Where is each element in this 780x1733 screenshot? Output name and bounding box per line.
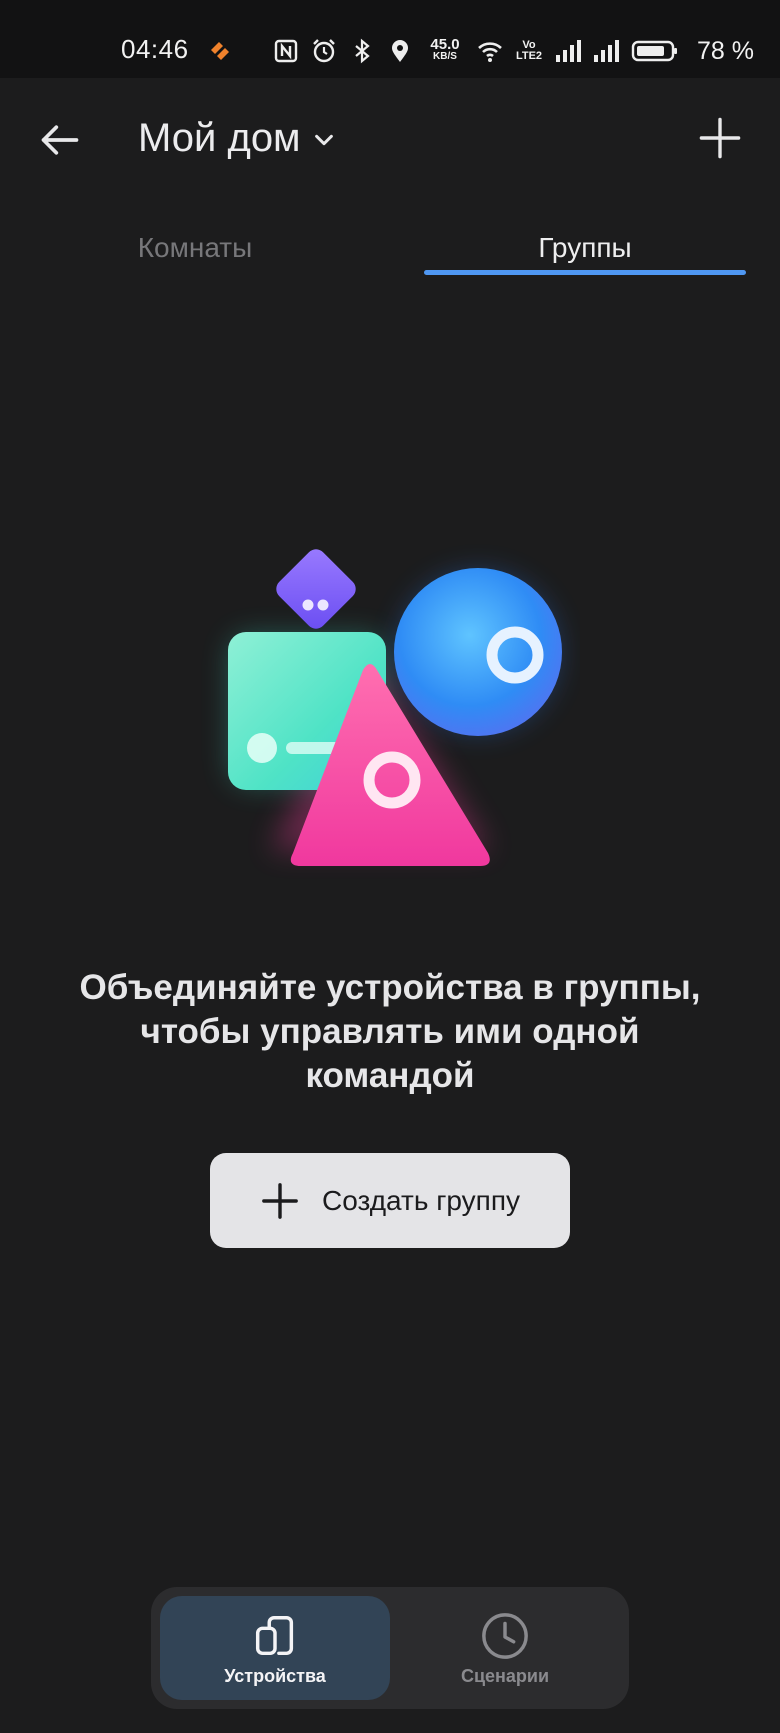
nav-devices[interactable]: Устройства: [160, 1596, 390, 1700]
alarm-icon: [311, 38, 337, 64]
network-speed: 45.0 KB/S: [425, 36, 465, 63]
location-icon: [387, 38, 413, 64]
empty-state-message: Объединяйте устройства в группы, чтобы у…: [79, 968, 701, 1095]
speed-value: 45.0: [430, 36, 460, 53]
add-button[interactable]: [694, 112, 746, 164]
volte-indicator: Vo LTE2: [515, 40, 543, 62]
groups-screen: 04:46 45.0 KB/S Vo LTE2 78 % Мой дом Ком…: [0, 0, 780, 1733]
create-group-button[interactable]: Создать группу: [210, 1153, 570, 1248]
tab-bar: Комнаты Группы: [0, 220, 780, 280]
devices-icon: [249, 1610, 301, 1662]
wifi-icon: [477, 38, 503, 64]
active-tab-indicator: [424, 270, 746, 275]
nav-scenes-label: Сценарии: [460, 1665, 550, 1686]
volte-bottom: LTE2: [515, 50, 543, 62]
nfc-icon: [273, 38, 299, 64]
create-group-label: Создать группу: [322, 1184, 520, 1216]
arrow-left-icon: [41, 125, 79, 155]
chevron-down-icon: [311, 127, 337, 153]
clock-icon: [479, 1610, 531, 1662]
battery-percent: 78 %: [697, 36, 754, 65]
back-button[interactable]: [36, 116, 84, 164]
signal-icon: [593, 38, 619, 64]
plus-icon: [260, 1181, 300, 1221]
status-bar: 04:46 45.0 KB/S Vo LTE2 78 %: [0, 0, 780, 78]
purple-diamond-shape: [276, 549, 356, 629]
nav-devices-label: Устройства: [224, 1665, 326, 1686]
blue-circle-shape: [394, 568, 562, 736]
page-title: Мой дом: [138, 115, 301, 160]
status-icons: 45.0 KB/S Vo LTE2 78 %: [273, 34, 754, 68]
app-notification-icon: [207, 38, 233, 62]
nav-scenes[interactable]: Сценарии: [390, 1596, 620, 1700]
bluetooth-icon: [349, 38, 375, 64]
status-time: 04:46: [121, 34, 189, 64]
bottom-navigation: Устройства Сценарии: [151, 1587, 629, 1709]
empty-state-illustration: [200, 540, 580, 880]
battery-icon: [631, 38, 679, 64]
home-selector[interactable]: Мой дом: [138, 108, 337, 168]
tab-rooms[interactable]: Комнаты: [60, 220, 330, 276]
plus-icon: [699, 117, 741, 159]
signal-icon: [555, 38, 581, 64]
tab-groups[interactable]: Группы: [425, 220, 745, 276]
